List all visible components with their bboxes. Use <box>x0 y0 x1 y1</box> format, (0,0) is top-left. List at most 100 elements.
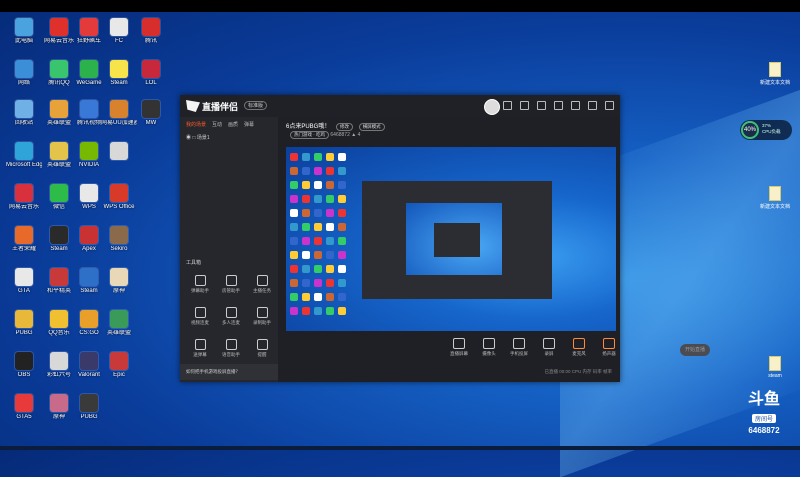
tool-record[interactable]: 录制助手 <box>248 307 276 326</box>
desktop-icon[interactable]: 网络 <box>6 60 42 104</box>
desktop-icon[interactable]: Microsoft Edge <box>6 142 42 186</box>
tool-label: 送弹幕 <box>193 352 207 357</box>
app-icon <box>80 100 98 118</box>
desktop-icon[interactable]: GTA5 <box>6 394 42 438</box>
app-icon <box>50 60 68 78</box>
tool-send-danmu[interactable]: 送弹幕 <box>186 339 214 358</box>
cpu-line2: CPU负载 <box>762 129 781 134</box>
preview-mini-icon <box>302 181 310 189</box>
minimize-icon[interactable] <box>571 101 580 110</box>
desktop-icon[interactable]: 网易云音乐 <box>6 184 42 228</box>
tab-danmu[interactable]: 弹幕 <box>244 121 254 128</box>
button-label: 直播屏幕 <box>450 351 468 356</box>
app-icon <box>50 268 68 286</box>
preview-mini-icon <box>338 209 346 217</box>
preview-mini-icon <box>326 251 334 259</box>
desktop-icon[interactable]: OBS <box>6 352 42 396</box>
tab-interact[interactable]: 互动 <box>212 121 222 128</box>
text-file-icon <box>769 62 781 77</box>
tool-voice[interactable]: 语音助手 <box>217 339 245 358</box>
preview-mini-icon <box>326 237 334 245</box>
desktop-icon-label: GTA <box>18 288 30 294</box>
app-titlebar[interactable]: 直播伴侣 标准版 <box>180 95 620 117</box>
screen-icon[interactable] <box>537 101 546 110</box>
preview-mini-icon <box>302 167 310 175</box>
text-file-icon <box>769 186 781 201</box>
desktop-icon[interactable]: Epic <box>101 352 137 396</box>
phone-cast-button[interactable]: 手机投屏 <box>508 338 530 357</box>
desktop-icon[interactable]: 回收站 <box>6 100 42 144</box>
room-label: 房间号 <box>751 414 776 423</box>
speaker-button[interactable]: 扬声器 <box>598 338 620 357</box>
button-label: 扬声器 <box>602 351 616 356</box>
preview-mini-icon <box>326 223 334 231</box>
settings-icon[interactable] <box>554 101 563 110</box>
desktop-icon[interactable]: WPS Office <box>101 184 137 228</box>
desktop-icon[interactable]: PUBG <box>71 394 107 438</box>
tool-row-1: 弹幕助手 房管助手 主播任务 <box>186 275 276 294</box>
tool-row-3: 送弹幕 语音助手 提醒 <box>186 339 276 358</box>
tab-quality[interactable]: 画质 <box>228 121 238 128</box>
screen-capture-button[interactable]: 直播屏幕 <box>448 338 470 357</box>
tool-reminder[interactable]: 提醒 <box>248 339 276 358</box>
desktop-icon[interactable]: 王者荣耀 <box>6 226 42 270</box>
desktop-icon[interactable]: MW <box>133 100 169 144</box>
microphone-button[interactable]: 麦克风 <box>568 338 590 357</box>
desktop-icon[interactable]: 原神 <box>101 268 137 312</box>
cpu-monitor-widget[interactable]: 40% 37% CPU负载 <box>740 120 792 140</box>
preview-mini-icon <box>338 251 346 259</box>
live-companion-window[interactable]: 直播伴侣 标准版 我的场景 互动 画质 弹幕 ◉ □ 场景1 工具箱 弹幕助手 … <box>180 95 710 382</box>
tool-danmu-helper[interactable]: 弹幕助手 <box>186 275 214 294</box>
desktop-icon[interactable]: PUBG <box>6 310 42 354</box>
edit-room-button[interactable]: 修改 <box>336 123 354 131</box>
desktop-file-1[interactable]: 新建文本文档 <box>755 62 795 86</box>
message-icon[interactable] <box>520 101 529 110</box>
camera-icon <box>483 338 495 349</box>
preview-mini-icon <box>302 293 310 301</box>
desktop-icon[interactable]: 腾讯 <box>133 18 169 62</box>
desktop-icon-label: 王者荣耀 <box>11 246 36 252</box>
room-number: 6468872 <box>330 132 350 138</box>
maximize-icon[interactable] <box>588 101 597 110</box>
stream-preview[interactable] <box>286 147 616 331</box>
desktop-icon[interactable]: 英雄联盟 <box>101 310 137 354</box>
desktop-icon[interactable]: 网易UU加速器 <box>101 100 137 144</box>
app-icon <box>80 60 98 78</box>
tool-room-admin[interactable]: 房管助手 <box>217 275 245 294</box>
headset-icon[interactable] <box>503 101 512 110</box>
desktop-file-2[interactable]: 新建文本文档 <box>755 186 795 210</box>
help-notice[interactable]: 如何把手机游戏投屏直播？ <box>180 364 278 380</box>
button-label: 摄像头 <box>482 351 496 356</box>
scene-label: 场景1 <box>196 135 210 141</box>
desktop-icon[interactable] <box>101 142 137 186</box>
desktop-icon[interactable]: FC <box>101 18 137 62</box>
desktop-icon[interactable]: Sekiro <box>101 226 137 270</box>
fire-icon: ▲ <box>351 132 357 138</box>
tool-video-link[interactable]: 视频连麦 <box>186 307 214 326</box>
desktop-icon-label: WPS Office <box>103 204 135 210</box>
category-pill[interactable]: 热门游戏 · 吃鸡 <box>290 131 329 139</box>
close-icon[interactable] <box>605 101 614 110</box>
record-screen-button[interactable]: 录屏 <box>538 338 560 357</box>
avatar[interactable] <box>484 99 500 115</box>
file-label: steam <box>768 373 782 379</box>
tab-scenes[interactable]: 我的场景 <box>186 121 206 128</box>
desktop-icon[interactable]: GTA <box>6 268 42 312</box>
scene-item[interactable]: ◉ □ 场景1 <box>180 132 278 143</box>
desktop-icon[interactable]: 此电脑 <box>6 18 42 62</box>
tool-multi-link[interactable]: 多人连麦 <box>217 307 245 326</box>
taskbar[interactable] <box>0 446 800 450</box>
phone-icon <box>513 338 525 349</box>
version-badge: 标准版 <box>244 101 268 110</box>
desktop-file-3[interactable]: steam <box>755 356 795 379</box>
tool-anchor-task[interactable]: 主播任务 <box>248 275 276 294</box>
start-live-button[interactable]: 开始直播 <box>680 344 710 356</box>
desktop-icon[interactable]: Steam <box>101 60 137 104</box>
camera-button[interactable]: 摄像头 <box>478 338 500 357</box>
desktop-icon[interactable]: LOL <box>133 60 169 104</box>
mode-button[interactable]: 横屏模式 <box>358 123 385 131</box>
cpu-detail: 37% CPU负载 <box>762 123 781 135</box>
preview-mini-icon <box>314 209 322 217</box>
preview-mini-icon <box>338 181 346 189</box>
app-title: 直播伴侣 <box>202 102 239 112</box>
